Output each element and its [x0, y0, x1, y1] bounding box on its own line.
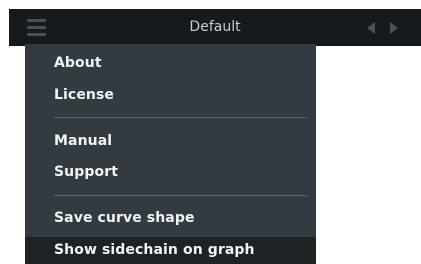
menu-item-license[interactable]: License	[25, 82, 316, 109]
menu-separator	[54, 117, 307, 118]
menu-item-manual[interactable]: Manual	[25, 128, 316, 155]
menu-item-save-curve-shape[interactable]: Save curve shape	[25, 205, 316, 232]
preset-name[interactable]: Default	[9, 9, 421, 46]
next-preset-icon[interactable]	[390, 22, 398, 34]
previous-preset-icon[interactable]	[367, 22, 375, 34]
dropdown-menu: About License Manual Support Save curve …	[25, 44, 316, 264]
menu-item-about[interactable]: About	[25, 50, 316, 77]
menu-item-support[interactable]: Support	[25, 159, 316, 186]
top-bar: Default	[9, 9, 421, 46]
menu-separator	[54, 195, 307, 196]
menu-item-show-sidechain[interactable]: Show sidechain on graph	[25, 237, 316, 264]
